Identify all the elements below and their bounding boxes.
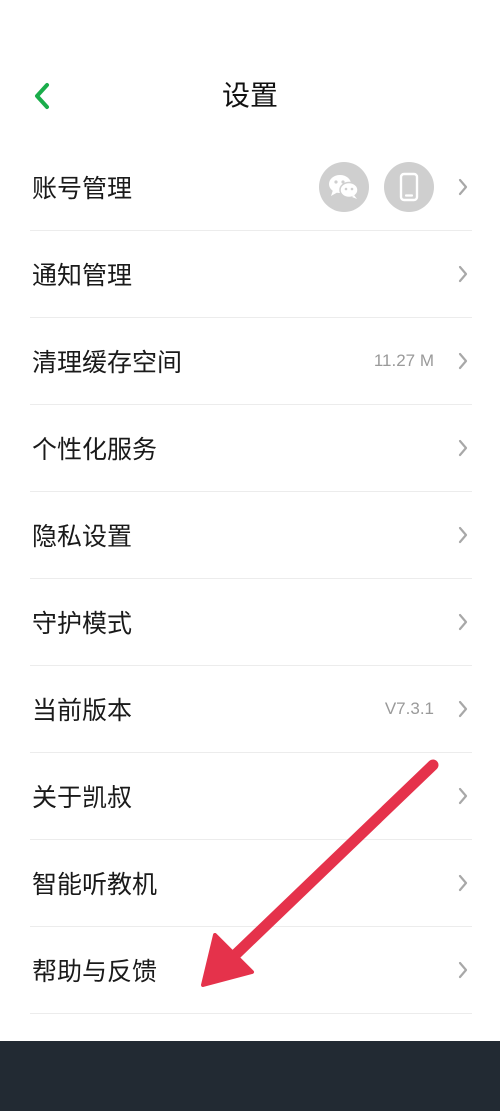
settings-item-privacy[interactable]: 隐私设置 <box>30 492 472 579</box>
chevron-right-icon <box>456 786 470 806</box>
page-title: 设置 <box>221 79 278 112</box>
settings-item-label: 智能听教机 <box>32 870 158 899</box>
chevron-right-icon <box>456 177 470 197</box>
chevron-right-icon <box>456 960 470 980</box>
settings-item-clear-cache[interactable]: 清理缓存空间 11.27 M <box>30 318 472 405</box>
header: 设置 <box>0 60 500 136</box>
settings-item-personalization[interactable]: 个性化服务 <box>30 405 472 492</box>
settings-item-label: 守护模式 <box>32 609 133 638</box>
chevron-right-icon <box>456 438 470 458</box>
settings-item-help-feedback[interactable]: 帮助与反馈 <box>30 927 472 1014</box>
settings-page: 设置 账号管理 通知管理 清理缓存空间 11.27 M 个性化服务 隐私设置 守… <box>0 0 500 1111</box>
settings-item-label: 个性化服务 <box>32 435 158 464</box>
settings-item-notifications[interactable]: 通知管理 <box>30 231 472 318</box>
cache-size-value: 11.27 M <box>373 351 434 370</box>
settings-item-label: 隐私设置 <box>32 522 133 551</box>
chevron-right-icon <box>456 264 470 284</box>
chevron-right-icon <box>456 699 470 719</box>
linked-accounts <box>304 162 434 212</box>
settings-item-version[interactable]: 当前版本 V7.3.1 <box>30 666 472 753</box>
chevron-right-icon <box>456 612 470 632</box>
settings-item-about[interactable]: 关于凯叔 <box>30 753 472 840</box>
settings-item-account[interactable]: 账号管理 <box>30 144 472 231</box>
settings-item-label: 账号管理 <box>32 174 133 203</box>
phone-icon <box>384 162 434 212</box>
settings-item-label: 帮助与反馈 <box>32 957 158 986</box>
settings-item-label: 当前版本 <box>32 696 133 725</box>
bottom-bar <box>0 1041 500 1111</box>
chevron-right-icon <box>456 873 470 893</box>
settings-item-smart-device[interactable]: 智能听教机 <box>30 840 472 927</box>
wechat-icon <box>319 162 369 212</box>
version-value: V7.3.1 <box>384 699 434 718</box>
chevron-right-icon <box>456 525 470 545</box>
settings-item-label: 关于凯叔 <box>32 783 133 812</box>
settings-item-label: 通知管理 <box>32 261 133 290</box>
settings-list: 账号管理 通知管理 清理缓存空间 11.27 M 个性化服务 隐私设置 守护模式… <box>0 144 500 1014</box>
settings-item-label: 清理缓存空间 <box>32 348 183 377</box>
chevron-right-icon <box>456 351 470 371</box>
settings-item-guardian-mode[interactable]: 守护模式 <box>30 579 472 666</box>
